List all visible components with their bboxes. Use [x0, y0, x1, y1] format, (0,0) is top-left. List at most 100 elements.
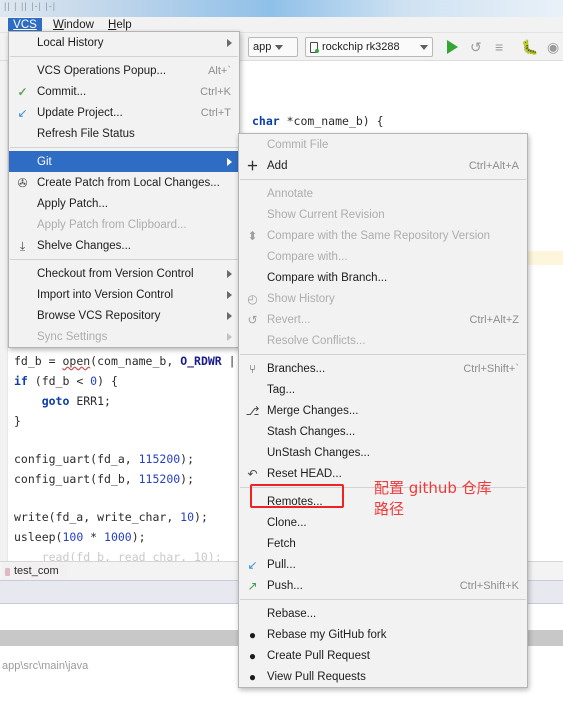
git-menu-item-commit-file: Commit File	[239, 134, 527, 155]
git-menu-item-label: Tag...	[267, 383, 296, 396]
git-menu-item-show-current-revision: Show Current Revision	[239, 204, 527, 225]
git-menu-item-tag[interactable]: Tag...	[239, 379, 527, 400]
code-line-1: fd_b = open(com_name_b, O_RDWR |	[14, 354, 236, 368]
git-submenu[interactable]: Commit File ＋ Add Ctrl+Alt+A Annotate Show Cu…	[238, 133, 528, 688]
vcs-menu-item-browse-vcs-repository[interactable]: Browse VCS Repository	[9, 305, 239, 326]
vcs-menu-item-git[interactable]: Git	[9, 151, 239, 172]
git-menu-item-resolve-conflicts: Resolve Conflicts...	[239, 330, 527, 351]
menu-separator	[10, 56, 238, 57]
branch-icon: ⑂	[248, 361, 257, 376]
vcs-menu-item-shelve-changes[interactable]: ⤓ Shelve Changes...	[9, 235, 239, 256]
editor-tab-label: test_com	[14, 565, 59, 577]
git-menu-item-label: View Pull Requests	[267, 670, 366, 683]
vcs-menu[interactable]: Local History VCS Operations Popup... Alt+…	[8, 31, 240, 348]
run-configuration-label: app	[253, 40, 272, 53]
vcs-menu-item-vcs-operations-popup[interactable]: VCS Operations Popup... Alt+`	[9, 60, 239, 81]
git-menu-item-label: Stash Changes...	[267, 425, 356, 438]
git-menu-item-view-pull-requests[interactable]: ● View Pull Requests	[239, 666, 527, 687]
vcs-menu-item-label: Git	[37, 155, 52, 168]
arrow-down-left-icon: ↙	[17, 105, 28, 120]
run-icon[interactable]	[447, 40, 458, 54]
git-menu-item-label: Merge Changes...	[267, 404, 359, 417]
vcs-menu-item-import-into-version-control[interactable]: Import into Version Control	[9, 284, 239, 305]
git-menu-item-create-pull-request[interactable]: ● Create Pull Request	[239, 645, 527, 666]
github-icon: ●	[248, 669, 257, 684]
git-menu-item-stash-changes[interactable]: Stash Changes...	[239, 421, 527, 442]
code-line-4: }	[14, 414, 21, 428]
git-menu-item-label: Annotate	[267, 187, 314, 200]
vcs-menu-item-label: Sync Settings	[37, 330, 108, 343]
git-menu-item-unstash-changes[interactable]: UnStash Changes...	[239, 442, 527, 463]
menu-separator	[240, 354, 526, 355]
git-menu-item-pull[interactable]: ↙ Pull...	[239, 554, 527, 575]
run-configuration-selector[interactable]: app	[248, 37, 298, 57]
git-menu-item-show-history: ◴ Show History	[239, 288, 527, 309]
git-menu-item-label: Rebase my GitHub fork	[267, 628, 387, 641]
annotation-text: 配置 github 仓库 路径	[374, 479, 492, 518]
vcs-menu-item-label: Refresh File Status	[37, 127, 135, 140]
git-menu-item-rebase[interactable]: Rebase...	[239, 603, 527, 624]
git-menu-item-compare-with-the-same-repository-version: ⬍ Compare with the Same Repository Versio…	[239, 225, 527, 246]
vcs-menu-item-refresh-file-status[interactable]: Refresh File Status	[9, 123, 239, 144]
vcs-menu-item-sync-settings: Sync Settings	[9, 326, 239, 347]
git-menu-item-branches[interactable]: ⑂ Branches... Ctrl+Shift+`	[239, 358, 527, 379]
git-menu-item-label: UnStash Changes...	[267, 446, 370, 459]
vcs-menu-item-update-project[interactable]: ↙ Update Project... Ctrl+T	[9, 102, 239, 123]
menu-shortcut: Ctrl+T	[200, 106, 231, 119]
patch-icon: ✇	[17, 175, 28, 190]
editor-gutter	[0, 61, 8, 561]
git-menu-item-add[interactable]: ＋ Add Ctrl+Alt+A	[239, 155, 527, 176]
vcs-menu-item-checkout-from-version-control[interactable]: Checkout from Version Control	[9, 263, 239, 284]
menubar-label-help: Help	[108, 19, 132, 31]
vcs-menu-item-label: Local History	[37, 36, 104, 49]
git-menu-item-label: Fetch	[267, 537, 296, 550]
chevron-down-icon	[275, 44, 284, 50]
vcs-menu-item-label: Checkout from Version Control	[37, 267, 194, 280]
code-line-5: config_uart(fd_a, 115200);	[14, 452, 195, 466]
menu-shortcut: Ctrl+Shift+K	[459, 579, 519, 592]
rerun-icon[interactable]: ↺	[470, 40, 482, 54]
git-menu-item-merge-changes[interactable]: ⎇ Merge Changes...	[239, 400, 527, 421]
menu-shortcut: Ctrl+Alt+Z	[469, 313, 519, 326]
git-menu-item-rebase-my-github-fork[interactable]: ● Rebase my GitHub fork	[239, 624, 527, 645]
github-icon: ●	[248, 648, 257, 663]
revert-icon: ↺	[247, 312, 258, 327]
git-menu-item-label: Compare with the Same Repository Version	[267, 229, 491, 242]
merge-icon: ⎇	[245, 403, 260, 418]
screenshot-root: || | || |-| |-| VCS Window Help app rock…	[0, 0, 563, 702]
submenu-arrow-icon	[227, 269, 232, 278]
vcs-menu-item-apply-patch[interactable]: Apply Patch...	[9, 193, 239, 214]
vcs-menu-item-commit[interactable]: ✓ Commit... Ctrl+K	[9, 81, 239, 102]
menu-shortcut: Ctrl+Alt+A	[468, 159, 519, 172]
submenu-arrow-icon	[227, 332, 232, 341]
git-menu-item-label: Rebase...	[267, 607, 317, 620]
git-menu-item-fetch[interactable]: Fetch	[239, 533, 527, 554]
debug-icon[interactable]: 🐛	[521, 40, 538, 54]
attach-icon[interactable]: ◉	[547, 40, 559, 54]
github-icon: ●	[248, 627, 257, 642]
vcs-menu-item-create-patch-from-local-changes[interactable]: ✇ Create Patch from Local Changes...	[9, 172, 239, 193]
git-menu-item-push[interactable]: ↗ Push... Ctrl+Shift+K	[239, 575, 527, 596]
menu-separator	[10, 147, 238, 148]
git-menu-item-label: Commit File	[267, 138, 329, 151]
git-menu-item-label: Reset HEAD...	[267, 467, 342, 480]
git-menu-item-label: Create Pull Request	[267, 649, 370, 662]
device-icon	[310, 41, 319, 53]
editor-tab-test-com[interactable]: test_com	[2, 563, 67, 580]
vcs-menu-item-label: Apply Patch from Clipboard...	[37, 218, 187, 231]
vcs-menu-item-label: Update Project...	[37, 106, 123, 119]
vcs-menu-item-local-history[interactable]: Local History	[9, 32, 239, 53]
clock-icon: ◴	[247, 291, 258, 306]
menu-separator	[240, 179, 526, 180]
compare-icon: ⬍	[247, 228, 258, 243]
device-selector[interactable]: rockchip rk3288	[305, 37, 433, 57]
menu-shortcut: Ctrl+Shift+`	[463, 362, 519, 375]
menubar-label-window: Window	[53, 19, 94, 31]
vcs-menu-item-apply-patch-from-clipboard: Apply Patch from Clipboard...	[9, 214, 239, 235]
git-menu-item-label: Revert...	[267, 313, 311, 326]
code-signature-line: char *com_name_b) {	[252, 114, 384, 128]
git-menu-item-label: Remotes...	[267, 495, 323, 508]
git-menu-item-compare-with-branch[interactable]: Compare with Branch...	[239, 267, 527, 288]
logcat-icon[interactable]: ≡	[495, 40, 503, 54]
window-ghost-text: || | || |-| |-|	[4, 1, 57, 11]
